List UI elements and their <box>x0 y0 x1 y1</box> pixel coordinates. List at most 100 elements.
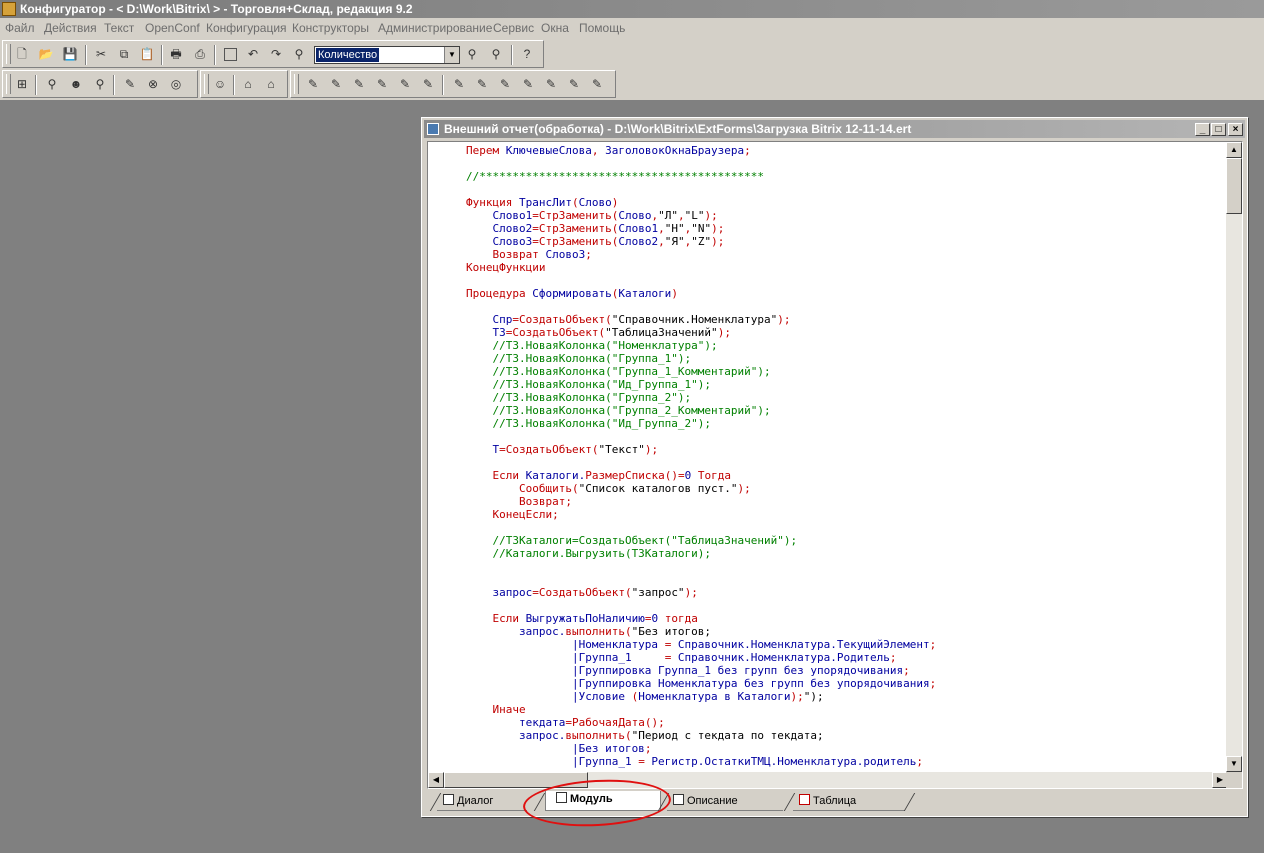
code-line[interactable]: Функция ТрансЛит(Слово) <box>466 196 618 209</box>
open-folder-icon[interactable]: 📂 <box>37 45 55 63</box>
minimize-button[interactable]: _ <box>1195 123 1210 136</box>
code-line[interactable]: |Номенклатура = Справочник.Номенклатура.… <box>466 638 936 651</box>
properties-icon[interactable] <box>221 45 239 63</box>
tree-icon[interactable]: ⊞ <box>13 75 31 93</box>
print-icon[interactable]: 🖶 <box>167 45 185 63</box>
print-preview-icon[interactable]: ⎙ <box>191 45 209 63</box>
vertical-scroll-thumb[interactable] <box>1226 158 1242 214</box>
code-line[interactable]: |Группировка Номенклатура без групп без … <box>466 677 936 690</box>
menu-service[interactable]: Сервис <box>493 21 534 35</box>
menu-windows[interactable]: Окна <box>541 21 569 35</box>
code-line[interactable]: Сообщить("Список каталогов пуст."); <box>466 482 751 495</box>
tab-dialog[interactable]: Диалог <box>437 793 527 811</box>
toolbar-grip[interactable] <box>6 74 11 94</box>
code-line[interactable]: КонецФункции <box>466 261 545 274</box>
code-line[interactable]: |Без итогов; <box>466 742 651 755</box>
code-line[interactable]: ТЗ=СоздатьОбъект("ТаблицаЗначений"); <box>466 326 730 339</box>
code-line[interactable]: Если Каталоги.РазмерСписка()=0 Тогда <box>466 469 731 482</box>
copy-icon[interactable]: ⧉ <box>115 45 133 63</box>
wizard-icon[interactable]: ✎ <box>350 75 368 93</box>
code-line[interactable]: |Группа_1 = Справочник.Номенклатура.Роди… <box>466 651 897 664</box>
users-icon[interactable]: ☻ <box>67 75 85 93</box>
tab-table[interactable]: Таблица <box>793 793 905 811</box>
wizard-icon[interactable]: ✎ <box>565 75 583 93</box>
menu-configuration[interactable]: Конфигурация <box>206 21 287 35</box>
code-line[interactable]: //ТЗ.НоваяКолонка("Ид_Группа_2"); <box>466 417 711 430</box>
code-line[interactable]: //ТЗ.НоваяКолонка("Ид_Группа_1"); <box>466 378 711 391</box>
code-line[interactable]: запрос=СоздатьОбъект("запрос"); <box>466 586 697 599</box>
code-line[interactable]: Слово1=СтрЗаменить(Слово,"Л","L"); <box>466 209 717 222</box>
wizard-icon[interactable]: ✎ <box>473 75 491 93</box>
code-line[interactable]: Слово3=СтрЗаменить(Слово2,"Я","Z"); <box>466 235 724 248</box>
wizard-icon[interactable]: ✎ <box>396 75 414 93</box>
maximize-button[interactable]: □ <box>1211 123 1226 136</box>
find-prev-icon[interactable]: ⚲ <box>487 45 505 63</box>
find-object-icon[interactable]: ⚲ <box>43 75 61 93</box>
help-icon[interactable]: ? <box>518 45 536 63</box>
code-line[interactable]: Иначе <box>466 703 526 716</box>
horizontal-scrollbar[interactable]: ◀ ▶ <box>428 772 1228 788</box>
wizard-icon[interactable]: ✎ <box>496 75 514 93</box>
wizard-icon[interactable]: ✎ <box>419 75 437 93</box>
menu-file[interactable]: Файл <box>5 21 35 35</box>
code-line[interactable]: Если ВыгружатьПоНаличию=0 тогда <box>466 612 698 625</box>
code-line[interactable]: //ТЗ.НоваяКолонка("Группа_1"); <box>466 352 691 365</box>
scroll-left-icon[interactable]: ◀ <box>428 772 444 788</box>
tab-description[interactable]: Описание <box>667 793 783 811</box>
code-line[interactable]: //ТЗ.НоваяКолонка("Группа_2_Комментарий"… <box>466 404 770 417</box>
toolbar-grip[interactable] <box>204 74 209 94</box>
code-line[interactable]: |Условие (Номенклатура в Каталоги);"); <box>466 690 824 703</box>
menu-text[interactable]: Текст <box>104 21 134 35</box>
code-line[interactable]: КонецЕсли; <box>466 508 559 521</box>
wizard-icon[interactable]: ✎ <box>542 75 560 93</box>
stop-icon[interactable]: ⊗ <box>144 75 162 93</box>
code-line[interactable]: |Группа_1 = Регистр.ОстаткиТМЦ.Номенклат… <box>466 755 923 768</box>
code-line[interactable]: Возврат Слово3; <box>466 248 592 261</box>
close-button[interactable]: × <box>1228 123 1243 136</box>
new-document-icon[interactable]: 🗋 <box>13 45 31 63</box>
code-line[interactable]: Т=СоздатьОбъект("Текст"); <box>466 443 658 456</box>
save-icon[interactable]: 💾 <box>61 45 79 63</box>
run-enterprise-icon[interactable]: ☺ <box>211 75 229 93</box>
code-line[interactable]: //Каталоги.Выгрузить(ТЗКаталоги); <box>466 547 711 560</box>
code-text[interactable]: Перем КлючевыеСлова, ЗаголовокОкнаБраузе… <box>466 144 936 768</box>
code-line[interactable]: Процедура Сформировать(Каталоги) <box>466 287 678 300</box>
search-combo-value[interactable]: Количество <box>316 48 380 62</box>
user-rights-icon[interactable]: ⚲ <box>91 75 109 93</box>
find-next-icon[interactable]: ⚲ <box>463 45 481 63</box>
syntax-check-icon[interactable]: ◎ <box>167 75 185 93</box>
scroll-up-icon[interactable]: ▲ <box>1226 142 1242 158</box>
code-line[interactable]: //**************************************… <box>466 170 764 183</box>
load-config-icon[interactable]: ⌂ <box>239 75 257 93</box>
window-titlebar[interactable]: Внешний отчет(обработка) - D:\Work\Bitri… <box>424 120 1245 138</box>
code-line[interactable]: //ТЗКаталоги=СоздатьОбъект("ТаблицаЗначе… <box>466 534 797 547</box>
wizard-icon[interactable]: ✎ <box>304 75 322 93</box>
code-line[interactable]: //ТЗ.НоваяКолонка("Номенклатура"); <box>466 339 717 352</box>
code-line[interactable]: Возврат; <box>466 495 572 508</box>
code-editor[interactable]: Перем КлючевыеСлова, ЗаголовокОкнаБраузе… <box>427 141 1243 789</box>
wizard-icon[interactable]: ✎ <box>450 75 468 93</box>
paste-icon[interactable]: 📋 <box>138 45 156 63</box>
code-line[interactable]: |Группировка Группа_1 без групп без упор… <box>466 664 910 677</box>
code-line[interactable]: Перем КлючевыеСлова, ЗаголовокОкнаБраузе… <box>466 144 751 157</box>
code-line[interactable]: запрос.выполнить("Без итогов; <box>466 625 711 638</box>
code-line[interactable]: Слово2=СтрЗаменить(Слово1,"Н","N"); <box>466 222 724 235</box>
cut-icon[interactable]: ✂ <box>92 45 110 63</box>
save-config-icon[interactable]: ⌂ <box>262 75 280 93</box>
menu-actions[interactable]: Действия <box>44 21 97 35</box>
redo-icon[interactable]: ↷ <box>267 45 285 63</box>
menu-help[interactable]: Помощь <box>579 21 625 35</box>
code-line[interactable]: //ТЗ.НоваяКолонка("Группа_1_Комментарий"… <box>466 365 770 378</box>
search-combo[interactable]: Количество ▼ <box>314 46 460 64</box>
menu-openconf[interactable]: OpenConf <box>145 21 200 35</box>
chevron-down-icon[interactable]: ▼ <box>444 47 459 63</box>
wizard-icon[interactable]: ✎ <box>373 75 391 93</box>
code-line[interactable]: Спр=СоздатьОбъект("Справочник.Номенклату… <box>466 313 790 326</box>
wizard-icon[interactable]: ✎ <box>519 75 537 93</box>
wizard-icon[interactable]: ✎ <box>327 75 345 93</box>
menu-administration[interactable]: Администрирование <box>378 21 492 35</box>
code-line[interactable]: текдата=РабочаяДата(); <box>466 716 665 729</box>
scroll-down-icon[interactable]: ▼ <box>1226 756 1242 772</box>
toolbar-grip[interactable] <box>294 74 299 94</box>
menu-constructors[interactable]: Конструкторы <box>292 21 369 35</box>
